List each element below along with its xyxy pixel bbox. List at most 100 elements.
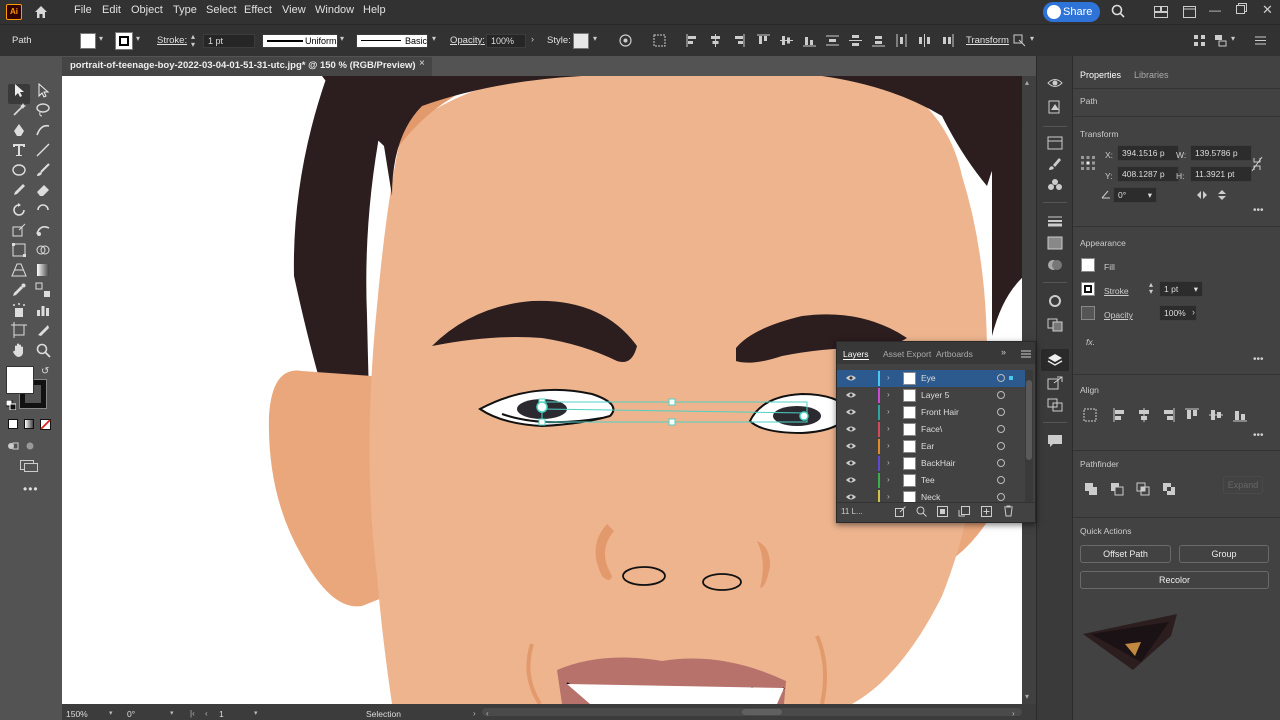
chevron-down-icon[interactable]: ▾ <box>1231 34 1235 43</box>
slice-tool-icon[interactable] <box>35 322 51 338</box>
distribute-right-icon[interactable] <box>941 34 954 47</box>
align-left-icon[interactable] <box>1113 408 1127 422</box>
symbol-sprayer-tool-icon[interactable] <box>11 302 27 318</box>
tab-artboards[interactable]: Artboards <box>936 349 973 359</box>
layer-row[interactable]: › Tee <box>837 472 1025 489</box>
scroll-left-icon[interactable]: ‹ <box>486 709 489 718</box>
stepper-icon[interactable]: ▴ ▾ <box>1149 281 1153 296</box>
more-options-icon[interactable]: ••• <box>1253 205 1264 216</box>
fill-color-swatch-front[interactable] <box>6 366 34 394</box>
target-circle-icon[interactable] <box>997 442 1005 450</box>
target-circle-icon[interactable] <box>997 408 1005 416</box>
artboards-icon[interactable] <box>1047 398 1063 412</box>
appearance-icon[interactable] <box>1047 294 1063 308</box>
recolor-button[interactable]: Recolor <box>1080 571 1269 589</box>
search-icon[interactable] <box>1111 4 1125 18</box>
more-options-icon[interactable]: ••• <box>1253 354 1264 365</box>
curvature-tool-icon[interactable] <box>35 122 51 138</box>
target-circle-icon[interactable] <box>997 425 1005 433</box>
expand-arrow-icon[interactable]: › <box>887 407 890 416</box>
close-tab-icon[interactable]: × <box>419 58 425 69</box>
distribute-left-icon[interactable] <box>895 34 908 47</box>
align-center-icon[interactable] <box>709 34 722 47</box>
chevron-down-icon[interactable]: ▾ <box>170 709 174 717</box>
chevron-right-icon[interactable]: › <box>531 34 534 44</box>
layer-name[interactable]: Front Hair <box>921 407 959 417</box>
align-left-icon[interactable] <box>686 34 699 47</box>
flip-horizontal-icon[interactable] <box>1196 190 1208 200</box>
column-graph-tool-icon[interactable] <box>35 302 51 318</box>
warp-tool-icon[interactable] <box>35 222 51 238</box>
rotation-value[interactable]: 0° <box>127 709 135 719</box>
share-button[interactable]: Share <box>1043 2 1100 22</box>
appearance-stroke-swatch[interactable] <box>1081 282 1095 296</box>
selection-indicator[interactable] <box>1009 376 1013 380</box>
intersect-icon[interactable] <box>1136 482 1150 496</box>
y-field[interactable]: 408.1287 p <box>1117 166 1179 182</box>
chevron-down-icon[interactable]: ▾ <box>1030 34 1034 43</box>
fill-swatch[interactable] <box>80 33 96 49</box>
lasso-tool-icon[interactable] <box>35 102 51 118</box>
menu-edit[interactable]: Edit <box>102 4 121 16</box>
align-middle-icon[interactable] <box>1209 408 1223 422</box>
new-sublayer-icon[interactable] <box>958 506 970 517</box>
distribute-center-icon[interactable] <box>849 34 862 47</box>
blend-tool-icon[interactable] <box>35 282 51 298</box>
align-middle-icon[interactable] <box>780 34 793 47</box>
appearance-stroke-weight[interactable]: 1 pt ▾ <box>1159 281 1203 297</box>
more-options-icon[interactable]: ••• <box>1253 430 1264 441</box>
menu-select[interactable]: Select <box>206 4 237 16</box>
paintbrush-tool-icon[interactable] <box>35 162 51 178</box>
panel-menu-icon[interactable] <box>1254 34 1267 47</box>
menu-help[interactable]: Help <box>363 4 386 16</box>
reference-point-icon[interactable] <box>1080 155 1096 171</box>
tab-properties[interactable]: Properties <box>1080 70 1121 80</box>
chevron-down-icon[interactable]: ▾ <box>136 34 140 43</box>
close-window-icon[interactable]: ✕ <box>1262 2 1273 18</box>
tab-libraries[interactable]: Libraries <box>1134 70 1169 80</box>
stroke-link[interactable]: Stroke <box>1104 286 1129 296</box>
visibility-eye-icon[interactable] <box>846 442 856 450</box>
expand-arrow-icon[interactable]: › <box>887 424 890 433</box>
previous-artboard-icon[interactable]: ‹ <box>205 709 208 718</box>
unite-icon[interactable] <box>1084 482 1098 496</box>
visibility-eye-icon[interactable] <box>846 391 856 399</box>
symbols-icon[interactable] <box>1047 178 1063 192</box>
menu-window[interactable]: Window <box>315 4 354 16</box>
appearance-fill-swatch[interactable] <box>1081 258 1095 272</box>
stepper-icon[interactable]: ▴ ▾ <box>191 33 195 49</box>
default-colors-icon[interactable] <box>6 400 16 410</box>
chevron-down-icon[interactable]: ▾ <box>593 34 597 43</box>
layer-name[interactable]: Face\ <box>921 424 942 434</box>
layer-row[interactable]: › Ear <box>837 438 1025 455</box>
layer-row[interactable]: › Front Hair <box>837 404 1025 421</box>
transparency-icon[interactable] <box>1047 258 1063 272</box>
offset-path-button[interactable]: Offset Path <box>1080 545 1171 563</box>
opacity-label[interactable]: Opacity: <box>450 35 485 46</box>
new-layer-icon[interactable] <box>981 506 992 517</box>
home-icon[interactable] <box>33 4 49 20</box>
constrain-proportions-icon[interactable] <box>1251 156 1263 172</box>
menu-view[interactable]: View <box>282 4 306 16</box>
scroll-down-icon[interactable]: ▾ <box>1025 692 1029 701</box>
flip-vertical-icon[interactable] <box>1217 189 1227 201</box>
selection-tool-icon[interactable] <box>11 82 27 98</box>
distribute-bottom-icon[interactable] <box>872 34 885 47</box>
menu-file[interactable]: File <box>74 4 92 16</box>
layer-name[interactable]: Eye <box>921 373 936 383</box>
stroke-label[interactable]: Stroke: <box>157 35 187 46</box>
asset-export-icon[interactable] <box>1047 376 1063 390</box>
edit-toolbar-icon[interactable]: ••• <box>23 482 39 496</box>
graphic-styles-icon[interactable] <box>1047 318 1063 332</box>
gradient-mode-icon[interactable] <box>24 419 34 429</box>
layer-row[interactable]: › Layer 5 <box>837 387 1025 404</box>
exclude-icon[interactable] <box>1162 482 1176 496</box>
restore-icon[interactable] <box>1236 3 1247 14</box>
eyedropper-tool-icon[interactable] <box>11 282 27 298</box>
visibility-eye-icon[interactable] <box>846 408 856 416</box>
target-circle-icon[interactable] <box>997 459 1005 467</box>
eraser-tool-icon[interactable] <box>35 182 51 198</box>
horizontal-scrollbar[interactable] <box>482 708 1022 716</box>
distribute-vertical-icon[interactable] <box>826 34 839 47</box>
layer-row[interactable]: › BackHair <box>837 455 1025 472</box>
